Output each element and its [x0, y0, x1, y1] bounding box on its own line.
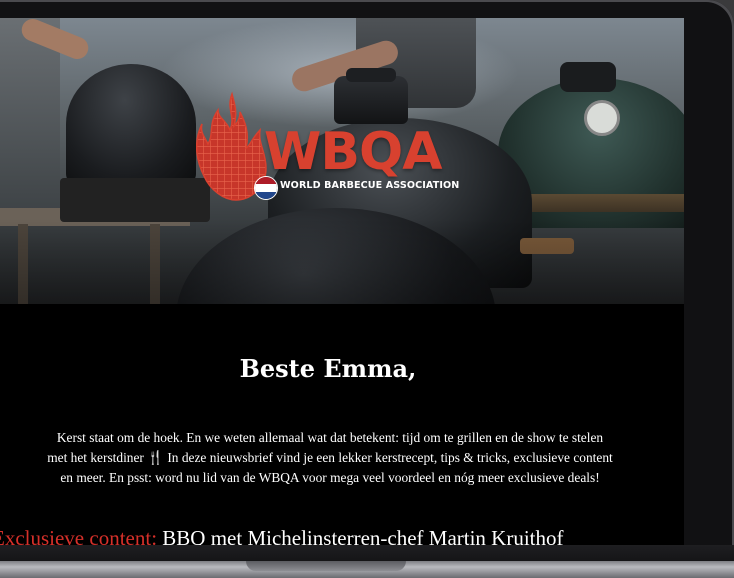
logo-wordmark: WBQA: [264, 122, 442, 182]
email-viewport: WBQA WORLD BARBECUE ASSOCIATION Beste Em…: [0, 18, 684, 546]
email-intro: Kerst staat om de hoek. En we weten alle…: [0, 428, 660, 488]
intro-line: Kerst staat om de hoek. En we weten alle…: [56, 430, 604, 445]
intro-line-text: met het kerstdiner: [47, 450, 144, 465]
fork-knife-icon: 🍴: [147, 450, 164, 465]
intro-line: met het kerstdiner 🍴 In deze nieuwsbrief…: [0, 448, 660, 468]
intro-line-text: In deze nieuwsbrief vind je een lekker k…: [167, 450, 613, 465]
feature-heading[interactable]: Exclusieve content: BBQ met Michelinster…: [0, 526, 684, 546]
email-greeting: Beste Emma,: [239, 354, 417, 383]
feature-label: Exclusieve content:: [0, 526, 158, 546]
feature-title: BBQ met Michelinsterren-chef Martin Krui…: [162, 526, 564, 546]
laptop-opening-notch: [246, 561, 406, 571]
logo-tagline: WORLD BARBECUE ASSOCIATION: [280, 180, 460, 191]
hero-banner: WBQA WORLD BARBECUE ASSOCIATION: [0, 18, 684, 304]
laptop-bottom-bezel: [0, 545, 734, 561]
intro-line: en meer. En psst: word nu lid van de WBQ…: [60, 470, 600, 485]
wbqa-logo: WBQA WORLD BARBECUE ASSOCIATION: [196, 90, 459, 206]
